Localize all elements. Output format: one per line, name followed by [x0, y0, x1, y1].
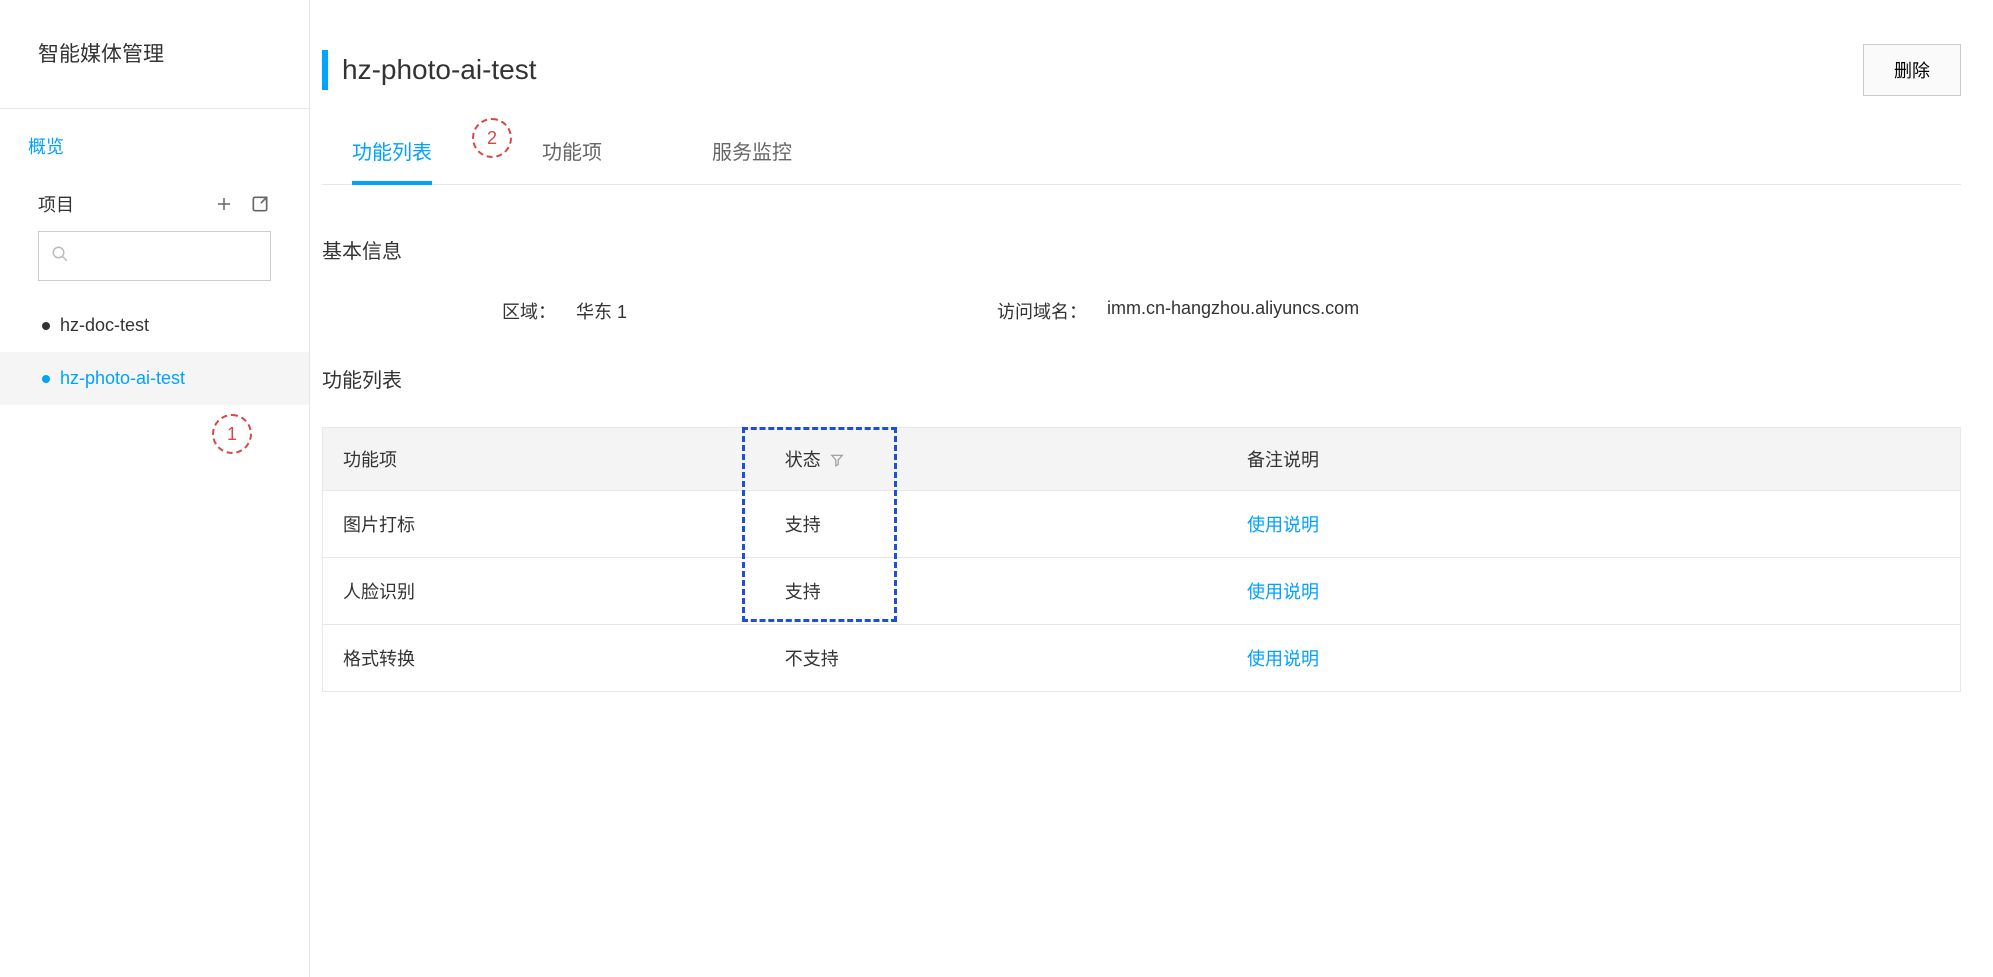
search-input[interactable] — [77, 247, 284, 265]
search-box[interactable] — [38, 231, 271, 281]
annotation-2: 2 — [472, 118, 512, 158]
add-project-icon[interactable] — [213, 193, 235, 215]
project-section-label: 项目 — [38, 191, 74, 217]
delete-button[interactable]: 删除 — [1863, 44, 1961, 96]
page-title: hz-photo-ai-test — [342, 54, 537, 86]
usage-link[interactable]: 使用说明 — [1247, 515, 1319, 535]
cell-feature: 人脸识别 — [323, 558, 765, 625]
expand-icon[interactable] — [249, 193, 271, 215]
filter-icon[interactable] — [830, 451, 844, 472]
search-icon — [51, 245, 69, 268]
col-header-status[interactable]: 状态 — [765, 428, 1207, 491]
cell-status: 支持 — [765, 491, 1207, 558]
table-row: 人脸识别 支持 使用说明 — [323, 558, 1961, 625]
sidebar: 智能媒体管理 概览 项目 — [0, 0, 310, 977]
tab-service-monitor[interactable]: 服务监控 — [712, 136, 792, 185]
cell-feature: 图片打标 — [323, 491, 765, 558]
project-list: hz-doc-test hz-photo-ai-test — [0, 299, 309, 405]
region-value: 华东 1 — [576, 298, 627, 324]
cell-status: 不支持 — [765, 625, 1207, 692]
title-accent-bar — [322, 50, 328, 90]
usage-link[interactable]: 使用说明 — [1247, 649, 1319, 669]
func-list-title: 功能列表 — [322, 364, 1961, 393]
sidebar-item-label: hz-doc-test — [60, 315, 149, 336]
domain-value: imm.cn-hangzhou.aliyuncs.com — [1107, 298, 1359, 324]
function-table: 功能项 状态 备注说明 图片打标 — [322, 427, 1961, 692]
domain-label: 访问域名： — [997, 298, 1087, 324]
cell-status: 支持 — [765, 558, 1207, 625]
bullet-icon — [42, 375, 50, 383]
region-label: 区域： — [502, 298, 556, 324]
nav-overview[interactable]: 概览 — [0, 109, 309, 183]
bullet-icon — [42, 322, 50, 330]
sidebar-item-hz-doc-test[interactable]: hz-doc-test — [0, 299, 309, 352]
basic-info-title: 基本信息 — [322, 235, 1961, 264]
usage-link[interactable]: 使用说明 — [1247, 582, 1319, 602]
table-row: 图片打标 支持 使用说明 — [323, 491, 1961, 558]
annotation-1: 1 — [212, 414, 252, 454]
tabs: 功能列表 功能项 服务监控 2 — [322, 136, 1961, 185]
sidebar-item-label: hz-photo-ai-test — [60, 368, 185, 389]
main-content: hz-photo-ai-test 删除 功能列表 功能项 服务监控 2 基本信息… — [310, 0, 1993, 977]
col-header-feature: 功能项 — [323, 428, 765, 491]
tab-function-item[interactable]: 功能项 — [542, 136, 602, 185]
sidebar-title: 智能媒体管理 — [0, 38, 309, 109]
sidebar-item-hz-photo-ai-test[interactable]: hz-photo-ai-test — [0, 352, 309, 405]
table-row: 格式转换 不支持 使用说明 — [323, 625, 1961, 692]
tab-function-list[interactable]: 功能列表 — [352, 136, 432, 185]
col-header-remark: 备注说明 — [1207, 428, 1961, 491]
cell-feature: 格式转换 — [323, 625, 765, 692]
